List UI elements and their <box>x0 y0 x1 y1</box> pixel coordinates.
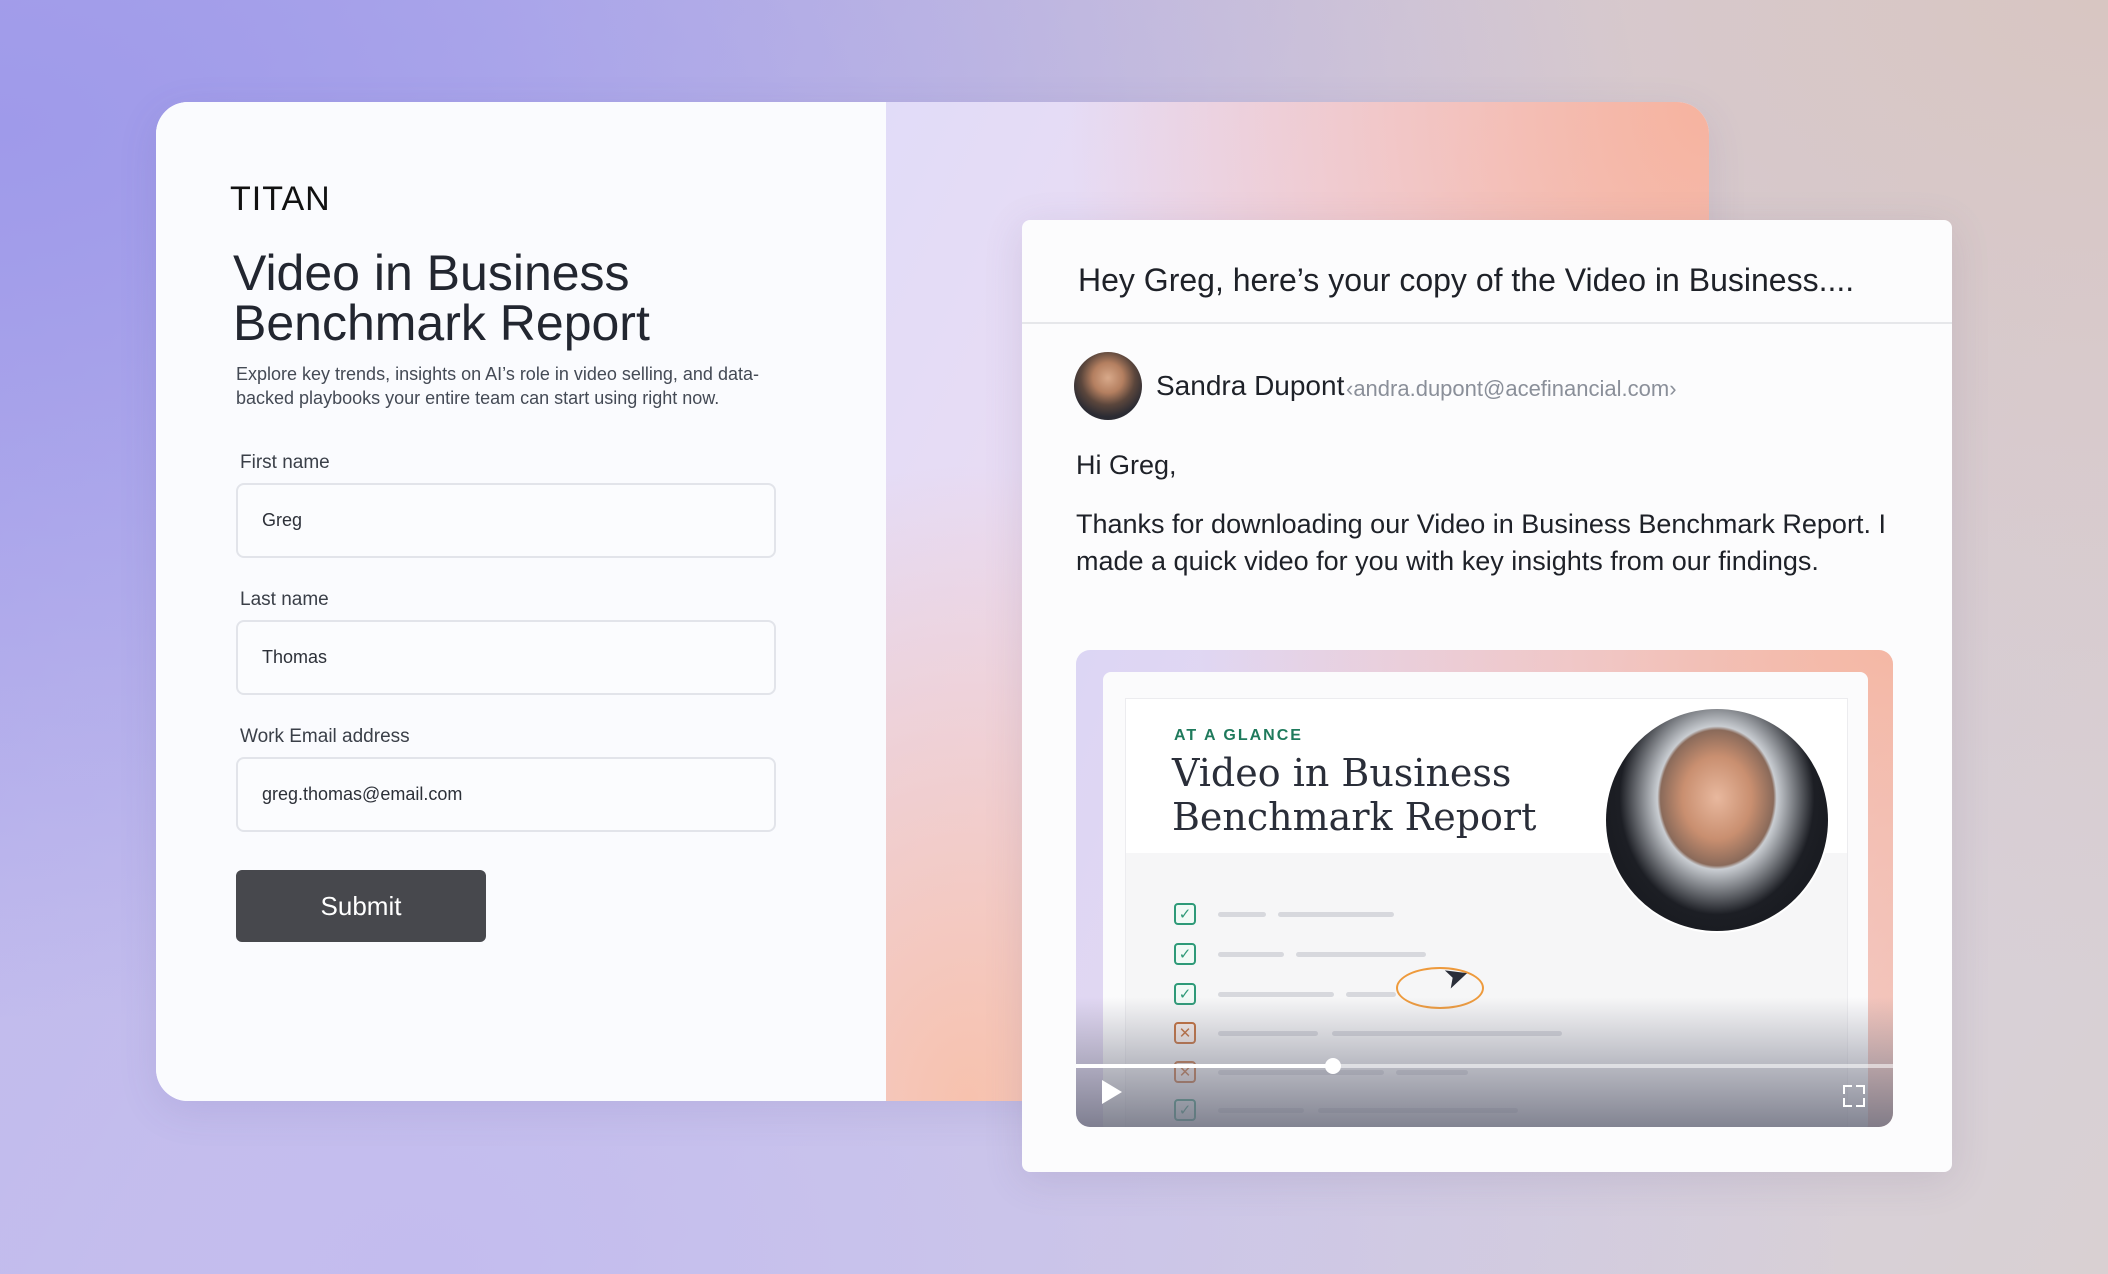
checkbox-checked-icon: ✓ <box>1174 943 1196 965</box>
email-body: Thanks for downloading our Video in Busi… <box>1076 509 1886 576</box>
page-title: Video in Business Benchmark Report <box>233 245 650 351</box>
form-panel: TITAN Video in Business Benchmark Report… <box>156 102 886 1101</box>
email-label: Work Email address <box>240 726 410 747</box>
video-controls-overlay <box>1076 997 1893 1127</box>
email-subject: Hey Greg, here’s your copy of the Video … <box>1078 262 1855 298</box>
sender-avatar <box>1074 352 1142 420</box>
play-icon[interactable] <box>1102 1080 1122 1104</box>
first-name-label: First name <box>240 452 330 473</box>
placeholder-line <box>1218 952 1284 957</box>
page-subtitle: Explore key trends, insights on AI’s rol… <box>236 364 759 408</box>
email-input[interactable] <box>236 757 776 832</box>
video-player[interactable]: AT A GLANCE Video in Business Benchmark … <box>1076 650 1893 1127</box>
report-eyebrow: AT A GLANCE <box>1174 727 1303 744</box>
placeholder-line <box>1218 912 1266 917</box>
brand-logo: TITAN <box>230 180 331 218</box>
video-progress-bar[interactable] <box>1076 1058 1893 1074</box>
email-greeting: Hi Greg, <box>1076 450 1177 480</box>
email-divider <box>1022 322 1952 324</box>
last-name-label: Last name <box>240 589 329 610</box>
checkbox-checked-icon: ✓ <box>1174 903 1196 925</box>
placeholder-line <box>1278 912 1394 917</box>
sender-email: ‹andra.dupont@acefinancial.com› <box>1346 376 1677 401</box>
placeholder-line <box>1296 952 1426 957</box>
report-title: Video in Business Benchmark Report <box>1172 751 1537 839</box>
last-name-input[interactable] <box>236 620 776 695</box>
email-preview: Hey Greg, here’s your copy of the Video … <box>1022 220 1952 1172</box>
presenter-photo <box>1606 709 1828 931</box>
first-name-input[interactable] <box>236 483 776 558</box>
video-progress-fill <box>1076 1064 1334 1068</box>
sender-name: Sandra Dupont <box>1156 370 1345 401</box>
submit-button[interactable]: Submit <box>236 870 486 942</box>
fullscreen-icon[interactable] <box>1843 1085 1865 1107</box>
